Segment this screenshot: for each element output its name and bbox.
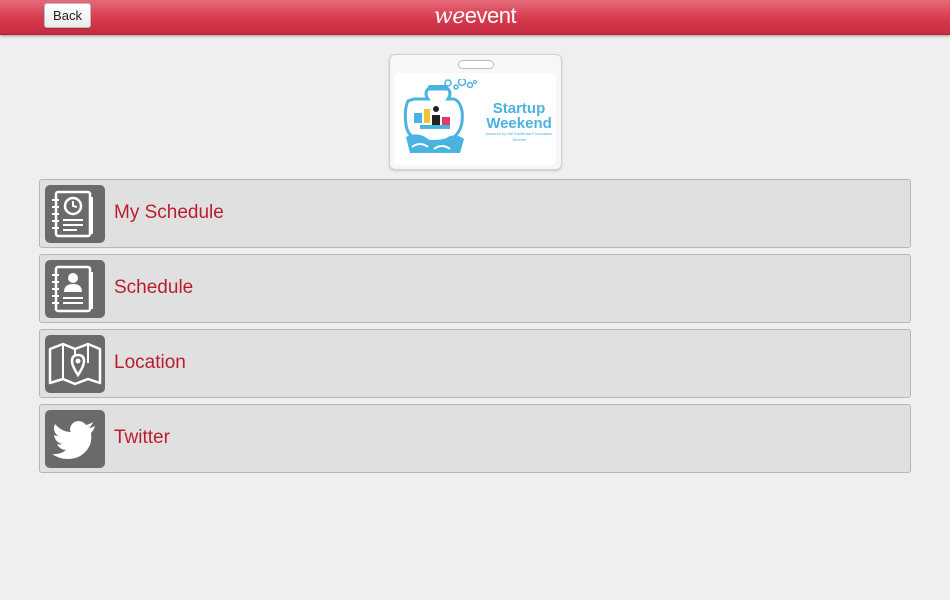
person-document-icon [45,260,105,318]
logo-city: Tenerife [511,137,527,142]
clock-document-icon [45,185,105,243]
event-badge: Startup Weekend powered by the Kauffman … [389,54,562,170]
brand-event: event [464,3,517,28]
brand-we: we [433,4,465,29]
startup-weekend-jar-icon [403,79,478,153]
menu-item-label: Twitter [114,427,170,448]
menu-item-location[interactable]: Location [39,329,911,398]
weevent-logo: weevent [0,2,950,31]
event-logo-card: Startup Weekend powered by the Kauffman … [394,73,556,165]
top-navigation-bar: Back weevent [0,0,950,35]
menu-item-label: My Schedule [114,202,224,223]
badge-lanyard-slot [458,60,494,69]
map-pin-icon [45,335,105,393]
menu-item-label: Location [114,352,186,373]
logo-line2: Weekend [486,115,552,132]
menu-item-twitter[interactable]: Twitter [39,404,911,473]
logo-line1: Startup [492,100,546,117]
startup-weekend-logo-text: Startup Weekend powered by the Kauffman … [480,101,558,142]
twitter-bird-icon [45,410,105,468]
menu-item-my-schedule[interactable]: My Schedule [39,179,911,248]
main-menu: My Schedule Schedule Location Twitter [39,179,911,479]
menu-item-schedule[interactable]: Schedule [39,254,911,323]
menu-item-label: Schedule [114,277,194,298]
